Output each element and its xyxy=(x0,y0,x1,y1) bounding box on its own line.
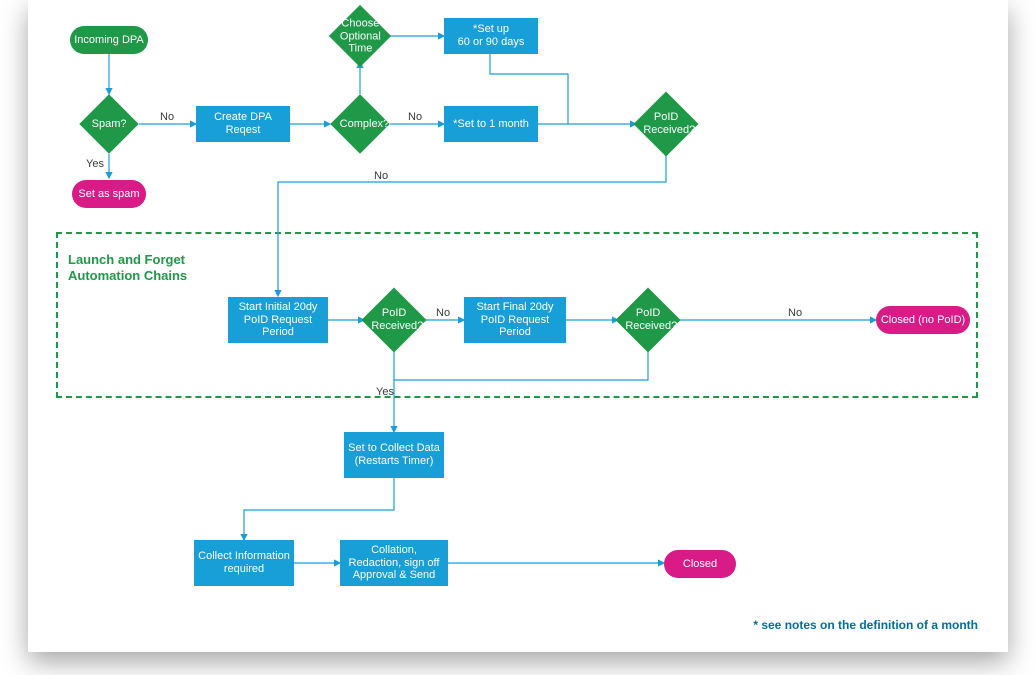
node-label: PoID Received? xyxy=(625,307,671,332)
node-incoming-dpa: Incoming DPA xyxy=(70,26,148,54)
edge-label-poid3-no: No xyxy=(788,307,802,319)
footnote: * see notes on the definition of a month xyxy=(753,618,978,632)
node-label: Incoming DPA xyxy=(74,34,144,47)
node-label: PoID Received? xyxy=(643,111,689,136)
node-label: Start Final 20dy PoID Request Period xyxy=(468,301,562,339)
automation-section-title: Launch and Forget Automation Chains xyxy=(68,252,187,283)
node-poid-received-1: PoID Received? xyxy=(633,91,698,156)
node-label: Collation, Redaction, sign off Approval … xyxy=(344,544,444,582)
node-spam-question: Spam? xyxy=(79,94,138,153)
node-label: *Set up 60 or 90 days xyxy=(458,23,525,48)
node-start-final: Start Final 20dy PoID Request Period xyxy=(464,297,566,343)
node-label: Collect Information required xyxy=(198,550,290,575)
node-label: Set as spam xyxy=(78,188,139,201)
edge-label-spam-yes: Yes xyxy=(86,158,104,170)
node-label: Create DPA Reqest xyxy=(200,111,286,136)
node-create-dpa: Create DPA Reqest xyxy=(196,106,290,142)
edge-label-poid2-no: No xyxy=(436,307,450,319)
node-set-as-spam: Set as spam xyxy=(72,180,146,208)
node-label: Choose Optional Time xyxy=(340,17,381,55)
node-closed: Closed xyxy=(664,550,736,578)
node-label: Start Initial 20dy PoID Request Period xyxy=(232,301,324,339)
edge-label-poid2-yes: Yes xyxy=(376,386,394,398)
node-label: Closed xyxy=(683,558,717,571)
node-label: Set to Collect Data (Restarts Timer) xyxy=(348,442,440,467)
node-set-to-collect: Set to Collect Data (Restarts Timer) xyxy=(344,432,444,478)
edge-label-complex-no: No xyxy=(408,111,422,123)
node-collation: Collation, Redaction, sign off Approval … xyxy=(340,540,448,586)
node-set-to-1-month: *Set to 1 month xyxy=(444,106,538,142)
node-start-initial: Start Initial 20dy PoID Request Period xyxy=(228,297,328,343)
node-label: Spam? xyxy=(92,118,127,131)
node-closed-no-poid: Closed (no PoID) xyxy=(876,306,970,334)
node-complex-question: Complex? xyxy=(330,94,389,153)
node-label: *Set to 1 month xyxy=(453,118,529,131)
edge-label-poid1-no: No xyxy=(374,170,388,182)
node-label: Complex? xyxy=(340,118,381,131)
flowchart-stage: Launch and Forget Automation Chains * se… xyxy=(0,0,1036,675)
edge-label-spam-no: No xyxy=(160,111,174,123)
flowchart-sheet: Launch and Forget Automation Chains * se… xyxy=(28,0,1008,652)
node-label: PoID Received? xyxy=(371,307,417,332)
node-label: Closed (no PoID) xyxy=(881,314,965,327)
node-choose-optional-time: Choose Optional Time xyxy=(329,5,391,67)
node-collect-info: Collect Information required xyxy=(194,540,294,586)
node-set-up-days: *Set up 60 or 90 days xyxy=(444,18,538,54)
